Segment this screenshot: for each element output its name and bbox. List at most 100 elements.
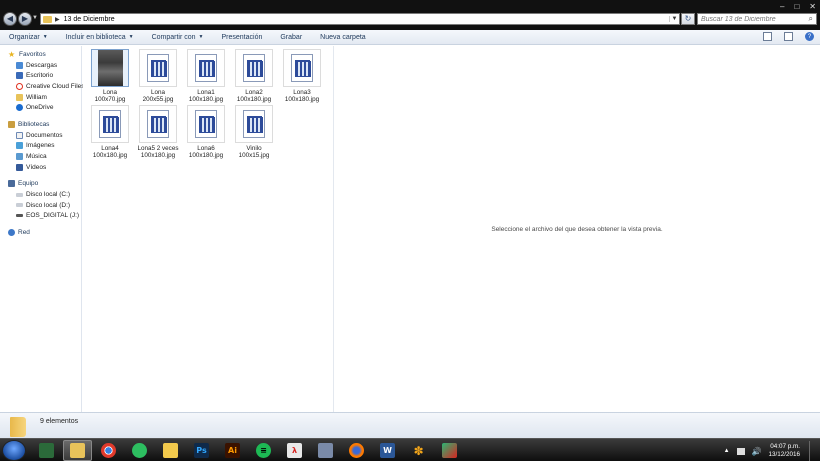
close-button[interactable]: ✕ (809, 2, 816, 11)
view-options-icon[interactable] (763, 32, 772, 41)
drive-icon (16, 192, 23, 197)
taskbar-spotify[interactable]: ≡ (249, 440, 278, 461)
documents-icon (16, 131, 23, 139)
nav-label: William (26, 93, 47, 101)
slideshow-label: Presentación (221, 33, 263, 41)
slideshow-button[interactable]: Presentación (213, 34, 272, 41)
nav-label: Imágenes (26, 142, 55, 150)
breadcrumb-arrow-icon[interactable]: ▶ (55, 16, 60, 23)
taskbar-app[interactable] (311, 440, 340, 461)
nav-downloads[interactable]: Descargas (0, 60, 81, 71)
forward-button[interactable]: ▶ (18, 12, 32, 26)
file-item[interactable]: Lona2 100x180.jpg (232, 49, 276, 104)
search-input[interactable] (698, 15, 798, 23)
libraries-icon (8, 120, 15, 128)
image-file-icon (195, 54, 217, 82)
taskbar-evernote[interactable] (125, 440, 154, 461)
taskbar-chrome[interactable] (94, 440, 123, 461)
show-hidden-icons[interactable]: ▲ (724, 448, 730, 454)
help-icon[interactable]: ? (805, 32, 814, 41)
image-file-icon (195, 110, 217, 138)
show-desktop-button[interactable] (809, 441, 814, 461)
nav-creative-cloud[interactable]: Creative Cloud Files (0, 81, 85, 92)
file-item[interactable]: Vinilo 100x15.jpg (232, 105, 276, 160)
nav-music[interactable]: Música (0, 151, 81, 162)
image-file-icon (243, 110, 265, 138)
image-file-icon (291, 54, 313, 82)
maximize-button[interactable]: □ (794, 2, 799, 11)
taskbar-app2[interactable] (435, 440, 464, 461)
nav-documents[interactable]: Documentos (0, 130, 81, 141)
action-center-icon[interactable] (736, 447, 745, 455)
nav-favorites[interactable]: ★ Favoritos (0, 49, 81, 60)
nav-computer[interactable]: Equipo (0, 179, 81, 190)
details-pane: 9 elementos (0, 412, 820, 438)
taskbar-tools[interactable]: ✽ (404, 440, 433, 461)
folder-icon (43, 15, 52, 23)
search-box[interactable]: ⌕ (697, 13, 817, 25)
file-item[interactable]: Lona 100x70.jpg (88, 49, 132, 104)
nav-william[interactable]: William (0, 92, 81, 103)
burn-button[interactable]: Grabar (271, 34, 311, 41)
nav-label: Disco local (D:) (26, 201, 71, 209)
photo-thumbnail (97, 50, 123, 86)
evernote-icon (132, 443, 147, 458)
nav-label: Vídeos (26, 163, 47, 171)
file-thumbnail (139, 105, 177, 143)
file-name: Lona5 2 veces 100x180.jpg (137, 145, 179, 160)
clock[interactable]: 04:07 p.m. 13/12/2016 (768, 443, 800, 459)
nav-eos-digital[interactable]: EOS_DIGITAL (J:) (0, 211, 81, 222)
back-button[interactable]: ◀ (3, 12, 17, 26)
new-folder-button[interactable]: Nueva carpeta (311, 34, 375, 41)
breadcrumb-current[interactable]: 13 de Diciembre (64, 16, 115, 23)
file-thumbnail (91, 105, 129, 143)
spotify-icon: ≡ (256, 443, 271, 458)
taskbar-photos[interactable] (156, 440, 185, 461)
file-item[interactable]: Lona6 100x180.jpg (184, 105, 228, 160)
refresh-button[interactable]: ↻ (681, 13, 695, 25)
item-count: 9 elementos (40, 418, 79, 425)
nav-label: Disco local (C:) (26, 191, 71, 199)
taskbar-desktop[interactable] (32, 440, 61, 461)
file-item[interactable]: Lona5 2 veces 100x180.jpg (136, 105, 180, 160)
taskbar-illustrator[interactable]: Ai (218, 440, 247, 461)
nav-network[interactable]: Red (0, 227, 81, 238)
taskbar-firefox[interactable] (342, 440, 371, 461)
taskbar-photoshop[interactable]: Ps (187, 440, 216, 461)
explorer-icon (70, 443, 85, 458)
nav-videos[interactable]: Vídeos (0, 162, 81, 173)
minimize-button[interactable]: – (780, 2, 784, 11)
preview-pane-icon[interactable] (784, 32, 793, 41)
start-button[interactable] (2, 440, 26, 461)
nav-label: Bibliotecas (18, 120, 50, 128)
address-dropdown[interactable]: ▼ (669, 16, 679, 22)
nav-disk-d[interactable]: Disco local (D:) (0, 200, 81, 211)
nav-onedrive[interactable]: OneDrive (0, 102, 81, 113)
volume-icon[interactable]: 🔊 (752, 447, 762, 456)
file-item[interactable]: Lona3 100x180.jpg (280, 49, 324, 104)
taskbar-word[interactable]: W (373, 440, 402, 461)
nav-label: EOS_DIGITAL (J:) (26, 212, 80, 220)
include-library-button[interactable]: Incluir en biblioteca ▼ (57, 34, 143, 41)
file-name: Lona2 100x180.jpg (236, 89, 272, 104)
address-bar[interactable]: ▶ 13 de Diciembre ▼ (40, 13, 680, 25)
nav-libraries[interactable]: Bibliotecas (0, 119, 81, 130)
music-icon (16, 153, 23, 161)
nav-disk-c[interactable]: Disco local (C:) (0, 189, 81, 200)
nav-desktop[interactable]: Escritorio (0, 70, 81, 81)
nav-images[interactable]: Imágenes (0, 141, 81, 152)
organize-button[interactable]: Organizar ▼ (0, 34, 57, 41)
file-item[interactable]: Lona4 100x180.jpg (88, 105, 132, 160)
file-item[interactable]: Lona 200x55.jpg (136, 49, 180, 104)
file-item[interactable]: Lona1 100x180.jpg (184, 49, 228, 104)
photo-viewer-icon (163, 443, 178, 458)
share-button[interactable]: Compartir con ▼ (143, 34, 213, 41)
taskbar-explorer[interactable] (63, 440, 92, 461)
network-icon (8, 229, 15, 237)
computer-icon (8, 180, 15, 188)
search-icon[interactable]: ⌕ (809, 14, 813, 24)
refresh-icon: ↻ (684, 14, 692, 23)
drive-icon (16, 203, 23, 208)
history-dropdown[interactable]: ▼ (32, 15, 38, 23)
taskbar-acrobat[interactable]: λ (280, 440, 309, 461)
